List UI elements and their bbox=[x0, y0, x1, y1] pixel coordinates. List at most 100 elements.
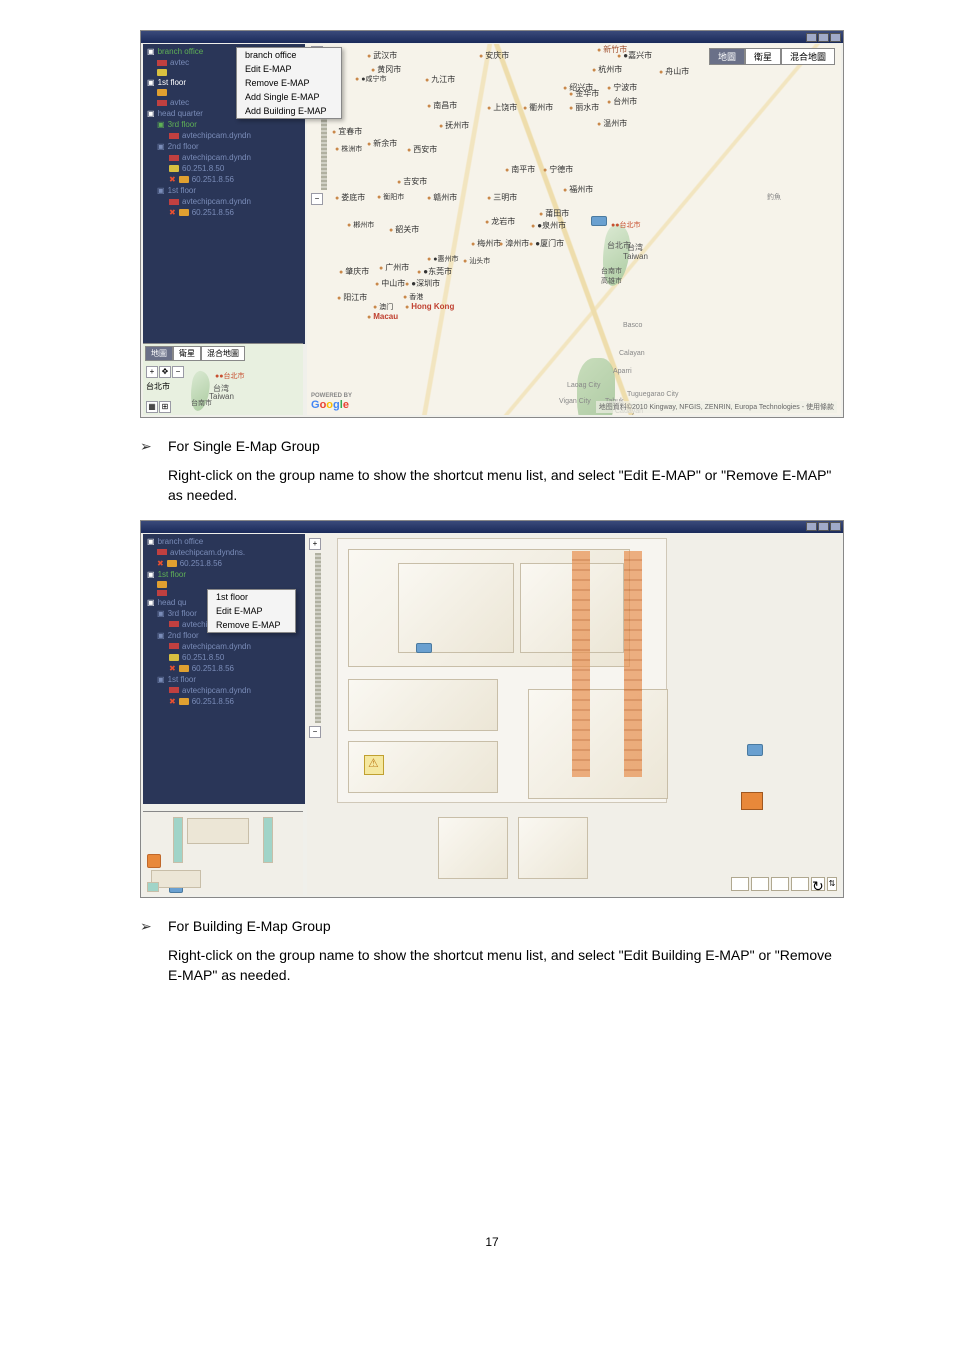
tree-floor-1b[interactable]: ▣ 1st floor bbox=[145, 674, 303, 685]
tree-item[interactable]: avtechipcam.dyndn bbox=[145, 685, 303, 696]
camera-marker[interactable] bbox=[416, 643, 432, 653]
tree-label: 1st floor bbox=[158, 570, 186, 579]
menu-item-remove[interactable]: Remove E-MAP bbox=[208, 618, 295, 632]
city-label: 娄底市 bbox=[335, 192, 365, 203]
city-label: 衡阳市 bbox=[377, 192, 404, 202]
city-label: 抚州市 bbox=[439, 120, 469, 131]
city-label: 武汉市 bbox=[367, 50, 397, 61]
city-label: 丽水市 bbox=[569, 102, 599, 113]
screenshot-emap-floor: ▣ branch office avtechipcam.dyndns. ✖ 60… bbox=[140, 520, 844, 898]
city-label: 郴州市 bbox=[347, 220, 374, 230]
expand-icon[interactable]: ⊞ bbox=[159, 401, 171, 413]
refresh-icon[interactable]: ↻ bbox=[811, 877, 825, 891]
menu-item-remove[interactable]: Remove E-MAP bbox=[237, 76, 341, 90]
page-number: 17 bbox=[140, 1235, 844, 1249]
city-label: 吉安市 bbox=[397, 176, 427, 187]
city-label: ●东莞市 bbox=[417, 266, 452, 277]
maximize-icon[interactable] bbox=[818, 33, 829, 42]
tree-item[interactable] bbox=[145, 580, 303, 589]
menu-item-edit[interactable]: Edit E-MAP bbox=[208, 604, 295, 618]
tree-item[interactable]: ✖ 60.251.8.56 bbox=[145, 207, 303, 218]
status-icon[interactable] bbox=[771, 877, 789, 891]
tree-floor-1b[interactable]: ▣ 1st floor bbox=[145, 185, 303, 196]
tree-item[interactable]: 60.251.8.50 bbox=[145, 652, 303, 663]
city-label: ●厦门市 bbox=[529, 238, 564, 249]
minimize-icon[interactable] bbox=[806, 33, 817, 42]
tree-label: 60.251.8.56 bbox=[192, 664, 234, 673]
stepper-icon[interactable]: ⇅ bbox=[827, 877, 837, 891]
grid-icon[interactable]: ▦ bbox=[146, 401, 158, 413]
map-type-sat[interactable]: 衛星 bbox=[745, 48, 781, 65]
tree-label: 1st floor bbox=[168, 186, 196, 195]
menu-item-add-building[interactable]: Add Building E-MAP bbox=[237, 104, 341, 118]
city-label: Basco bbox=[623, 322, 642, 329]
menu-item-add-single[interactable]: Add Single E-MAP bbox=[237, 90, 341, 104]
minimap-map-button[interactable]: 地圖 bbox=[145, 346, 173, 361]
close-icon[interactable] bbox=[830, 33, 841, 42]
tree-label: 1st floor bbox=[158, 78, 186, 87]
tree-item[interactable]: ✖ 60.251.8.56 bbox=[145, 558, 303, 569]
status-icon[interactable] bbox=[751, 877, 769, 891]
bullet-icon: ➢ bbox=[140, 438, 168, 455]
camera-icon bbox=[169, 155, 179, 161]
zoom-in-icon[interactable]: + bbox=[309, 538, 321, 550]
city-label: 釣魚 bbox=[767, 192, 781, 202]
window-titlebar bbox=[141, 521, 843, 533]
tree-label: 60.251.8.56 bbox=[192, 208, 234, 217]
section-heading: For Building E-Map Group bbox=[168, 918, 331, 934]
map-type-hybrid[interactable]: 混合地圖 bbox=[781, 48, 835, 65]
tree-floor-3[interactable]: ▣ 3rd floor bbox=[145, 119, 303, 130]
map-copyright: 地图資料©2010 Kingway, NFGIS, ZENRIN, Europa… bbox=[596, 401, 837, 413]
minimap-sat-button[interactable]: 衛星 bbox=[173, 346, 201, 361]
city-label: 韶关市 bbox=[389, 224, 419, 235]
statusbar: ↻ ⇅ bbox=[731, 877, 837, 891]
taiwan-label-en: Taiwan bbox=[623, 252, 648, 261]
tree-item[interactable]: ✖ 60.251.8.56 bbox=[145, 174, 303, 185]
tree-item[interactable]: avtechipcam.dyndn bbox=[145, 130, 303, 141]
tree-floor-2[interactable]: ▣ 2nd floor bbox=[145, 141, 303, 152]
tree-floor-1[interactable]: ▣ 1st floor bbox=[145, 569, 303, 580]
minimap-hybrid-button[interactable]: 混合地圖 bbox=[201, 346, 245, 361]
tree-item[interactable]: avtechipcam.dyndn bbox=[145, 152, 303, 163]
tree-label: 60.251.8.50 bbox=[182, 164, 224, 173]
city-label: 西安市 bbox=[407, 144, 437, 155]
tree-label: avtechipcam.dyndn bbox=[182, 153, 251, 162]
map-type-map[interactable]: 地圖 bbox=[709, 48, 745, 65]
minimize-icon[interactable] bbox=[806, 522, 817, 531]
tree-item[interactable]: avtechipcam.dyndns. bbox=[145, 547, 303, 558]
floorplan-view[interactable]: + − bbox=[307, 534, 841, 895]
camera-marker bbox=[147, 854, 161, 868]
zoom-out-icon[interactable]: − bbox=[172, 366, 184, 378]
tree-label: head quarter bbox=[158, 109, 203, 118]
zoom-slider[interactable] bbox=[315, 553, 321, 723]
zoom-in-icon[interactable]: + bbox=[146, 366, 158, 378]
camera-marker[interactable] bbox=[747, 744, 763, 756]
city-label: 梅州市 bbox=[471, 238, 501, 249]
city-label: 中山市 bbox=[375, 278, 405, 289]
zoom-out-icon[interactable]: − bbox=[311, 193, 323, 205]
maximize-icon[interactable] bbox=[818, 522, 829, 531]
zoom-out-icon[interactable]: − bbox=[309, 726, 321, 738]
bullet-single-group: ➢ For Single E-Map Group bbox=[140, 438, 844, 455]
menu-item-edit[interactable]: Edit E-MAP bbox=[237, 62, 341, 76]
status-icon[interactable] bbox=[731, 877, 749, 891]
tree-label: avtec bbox=[170, 98, 189, 107]
floorplan bbox=[337, 538, 667, 803]
close-icon[interactable] bbox=[830, 522, 841, 531]
status-icon[interactable] bbox=[791, 877, 809, 891]
city-label: 漳州市 bbox=[499, 238, 529, 249]
tree-item[interactable]: 60.251.8.50 bbox=[145, 163, 303, 174]
city-label: Aparri bbox=[613, 368, 632, 375]
tree-branch-office[interactable]: ▣ branch office bbox=[145, 536, 303, 547]
menu-item-title: branch office bbox=[237, 48, 341, 62]
tree-item[interactable]: avtechipcam.dyndn bbox=[145, 641, 303, 652]
tree-label: 1st floor bbox=[168, 675, 196, 684]
google-map[interactable]: ↑ ← → ↓ + − 地圖 衛星 混合地圖 武汉市 安庆市 新竹市 ●嘉兴市 bbox=[307, 44, 841, 415]
pan-icon[interactable]: ✥ bbox=[159, 366, 171, 378]
camera-marker[interactable] bbox=[591, 216, 607, 226]
tree-item[interactable]: ✖ 60.251.8.56 bbox=[145, 663, 303, 674]
city-label: 香港 bbox=[403, 292, 423, 302]
tree-item[interactable]: avtechipcam.dyndn bbox=[145, 196, 303, 207]
tree-item[interactable]: ✖ 60.251.8.56 bbox=[145, 696, 303, 707]
camera-icon bbox=[169, 621, 179, 627]
